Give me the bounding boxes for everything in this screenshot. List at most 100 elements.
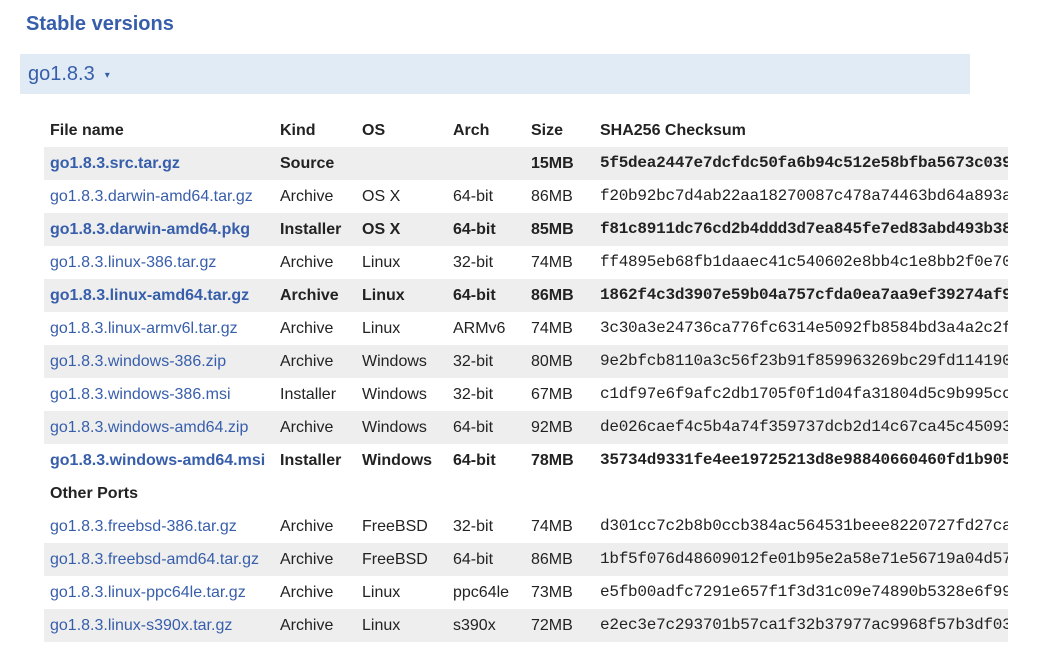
checksum-cell: 1bf5f076d48609012fe01b95e2a58e71e56719a0… <box>594 543 1008 576</box>
checksum-cell: e2ec3e7c293701b57ca1f32b37977ac9968f57b3… <box>594 609 1008 642</box>
file-cell: go1.8.3.windows-amd64.msi <box>44 444 280 477</box>
os-cell: OS X <box>362 213 453 246</box>
arch-cell: ppc64le <box>453 584 510 601</box>
file-cell: go1.8.3.linux-amd64.tar.gz <box>44 279 280 312</box>
size-cell: 86MB <box>531 279 594 312</box>
file-link[interactable]: go1.8.3.linux-amd64.tar.gz <box>50 287 249 304</box>
file-cell: go1.8.3.darwin-amd64.pkg <box>44 213 280 246</box>
arch-cell: 32-bit <box>453 518 494 535</box>
os-cell <box>362 147 453 180</box>
table-row: go1.8.3.darwin-amd64.tar.gz Archive OS X… <box>44 180 1008 213</box>
kind-cell: Installer <box>280 213 362 246</box>
size-cell: 92MB <box>531 411 594 444</box>
file-link[interactable]: go1.8.3.src.tar.gz <box>50 155 180 172</box>
checksum-cell: d301cc7c2b8b0ccb384ac564531beee8220727fd… <box>600 517 1008 535</box>
kind-cell: Source <box>280 147 362 180</box>
size-cell: 72MB <box>531 609 594 642</box>
kind-cell: Installer <box>280 386 337 403</box>
header-os: OS <box>362 122 386 139</box>
arch-cell: 64-bit <box>453 188 494 205</box>
arch-cell: 32-bit <box>453 386 494 403</box>
file-cell: go1.8.3.src.tar.gz <box>44 147 280 180</box>
size-cell: 85MB <box>531 213 594 246</box>
table-row: go1.8.3.linux-s390x.tar.gz Archive Linux… <box>44 609 1008 642</box>
arch-cell: 64-bit <box>453 411 531 444</box>
file-link[interactable]: go1.8.3.linux-armv6l.tar.gz <box>50 320 238 337</box>
file-link[interactable]: go1.8.3.windows-amd64.zip <box>50 419 248 436</box>
os-cell: FreeBSD <box>362 543 453 576</box>
file-cell: go1.8.3.windows-386.zip <box>44 345 280 378</box>
size-cell: 80MB <box>531 345 594 378</box>
file-cell: go1.8.3.windows-386.msi <box>44 378 280 411</box>
table-row: go1.8.3.freebsd-386.tar.gz Archive FreeB… <box>44 510 1008 543</box>
kind-cell: Archive <box>280 584 334 601</box>
checksum-cell: 35734d9331fe4ee19725213d8e98840660460fd1… <box>600 451 1008 469</box>
os-cell: FreeBSD <box>362 518 428 535</box>
file-link[interactable]: go1.8.3.windows-amd64.msi <box>50 452 265 469</box>
checksum-cell: c1df97e6f9afc2db1705f0f1d04fa31804d5c9b9… <box>600 385 1008 403</box>
caret-down-icon[interactable]: ▾ <box>105 70 110 81</box>
table-row: go1.8.3.linux-armv6l.tar.gz Archive Linu… <box>44 312 1008 345</box>
checksum-cell: f20b92bc7d4ab22aa18270087c478a74463bd64a… <box>600 187 1008 205</box>
os-cell: Linux <box>362 279 453 312</box>
kind-cell: Archive <box>280 345 362 378</box>
file-link[interactable]: go1.8.3.freebsd-386.tar.gz <box>50 518 237 535</box>
table-header-row: File name Kind OS Arch Size SHA256 Check… <box>44 114 1008 147</box>
arch-cell: 64-bit <box>453 452 496 469</box>
version-label[interactable]: go1.8.3 <box>28 63 95 86</box>
header-kind: Kind <box>280 122 316 139</box>
checksum-cell: 9e2bfcb8110a3c56f23b91f859963269bc29fd11… <box>594 345 1008 378</box>
os-cell: Windows <box>362 411 453 444</box>
size-cell: 86MB <box>531 188 573 205</box>
kind-cell: Archive <box>280 609 362 642</box>
checksum-cell: f81c8911dc76cd2b4ddd3d7ea845fe7ed83abd49… <box>594 213 1008 246</box>
kind-cell: Archive <box>280 279 362 312</box>
checksum-cell: e5fb00adfc7291e657f1f3d31c09e74890b5328e… <box>600 583 1008 601</box>
arch-cell: 32-bit <box>453 345 531 378</box>
table-row: go1.8.3.windows-386.msi Installer Window… <box>44 378 1008 411</box>
checksum-cell: de026caef4c5b4a74f359737dcb2d14c67ca45c4… <box>594 411 1008 444</box>
os-cell: Windows <box>362 345 453 378</box>
file-link[interactable]: go1.8.3.windows-386.msi <box>50 386 231 403</box>
file-cell: go1.8.3.linux-armv6l.tar.gz <box>44 312 280 345</box>
table-row: go1.8.3.windows-amd64.zip Archive Window… <box>44 411 1008 444</box>
os-cell: Linux <box>362 609 453 642</box>
os-cell: Linux <box>362 320 401 337</box>
size-cell: 74MB <box>531 518 573 535</box>
other-ports-heading-row: Other Ports <box>44 477 1008 510</box>
file-link[interactable]: go1.8.3.darwin-amd64.tar.gz <box>50 188 253 205</box>
size-cell: 67MB <box>531 386 573 403</box>
file-link[interactable]: go1.8.3.freebsd-amd64.tar.gz <box>50 551 259 568</box>
table-row: go1.8.3.linux-amd64.tar.gz Archive Linux… <box>44 279 1008 312</box>
arch-cell: 64-bit <box>453 279 531 312</box>
table-row: go1.8.3.linux-386.tar.gz Archive Linux 3… <box>44 246 1008 279</box>
kind-cell: Archive <box>280 543 362 576</box>
os-cell: Windows <box>362 386 427 403</box>
table-row: go1.8.3.src.tar.gz Source 15MB 5f5dea244… <box>44 147 1008 180</box>
file-link[interactable]: go1.8.3.darwin-amd64.pkg <box>50 221 250 238</box>
kind-cell: Archive <box>280 188 334 205</box>
file-link[interactable]: go1.8.3.windows-386.zip <box>50 353 226 370</box>
table-row: go1.8.3.windows-amd64.msi Installer Wind… <box>44 444 1008 477</box>
kind-cell: Archive <box>280 411 362 444</box>
file-cell: go1.8.3.linux-ppc64le.tar.gz <box>44 576 280 609</box>
file-cell: go1.8.3.freebsd-386.tar.gz <box>44 510 280 543</box>
checksum-cell: 3c30a3e24736ca776fc6314e5092fb8584bd3a4a… <box>600 319 1008 337</box>
kind-cell: Archive <box>280 518 334 535</box>
header-size: Size <box>531 122 564 139</box>
file-cell: go1.8.3.freebsd-amd64.tar.gz <box>44 543 280 576</box>
header-checksum: SHA256 Checksum <box>600 122 746 139</box>
arch-cell: 32-bit <box>453 254 494 271</box>
os-cell: Linux <box>362 584 401 601</box>
os-cell: OS X <box>362 188 401 205</box>
version-toggle[interactable]: go1.8.3 ▾ <box>20 54 970 94</box>
checksum-cell: 1862f4c3d3907e59b04a757cfda0ea7aa9ef3927… <box>594 279 1008 312</box>
kind-cell: Archive <box>280 320 334 337</box>
checksum-cell: ff4895eb68fb1daaec41c540602e8bb4c1e8bb2f… <box>600 253 1008 271</box>
file-link[interactable]: go1.8.3.linux-s390x.tar.gz <box>50 617 232 634</box>
file-link[interactable]: go1.8.3.linux-ppc64le.tar.gz <box>50 584 246 601</box>
other-ports-heading: Other Ports <box>50 485 139 502</box>
file-link[interactable]: go1.8.3.linux-386.tar.gz <box>50 254 216 271</box>
header-arch: Arch <box>453 122 490 139</box>
section-title: Stable versions <box>26 13 174 35</box>
